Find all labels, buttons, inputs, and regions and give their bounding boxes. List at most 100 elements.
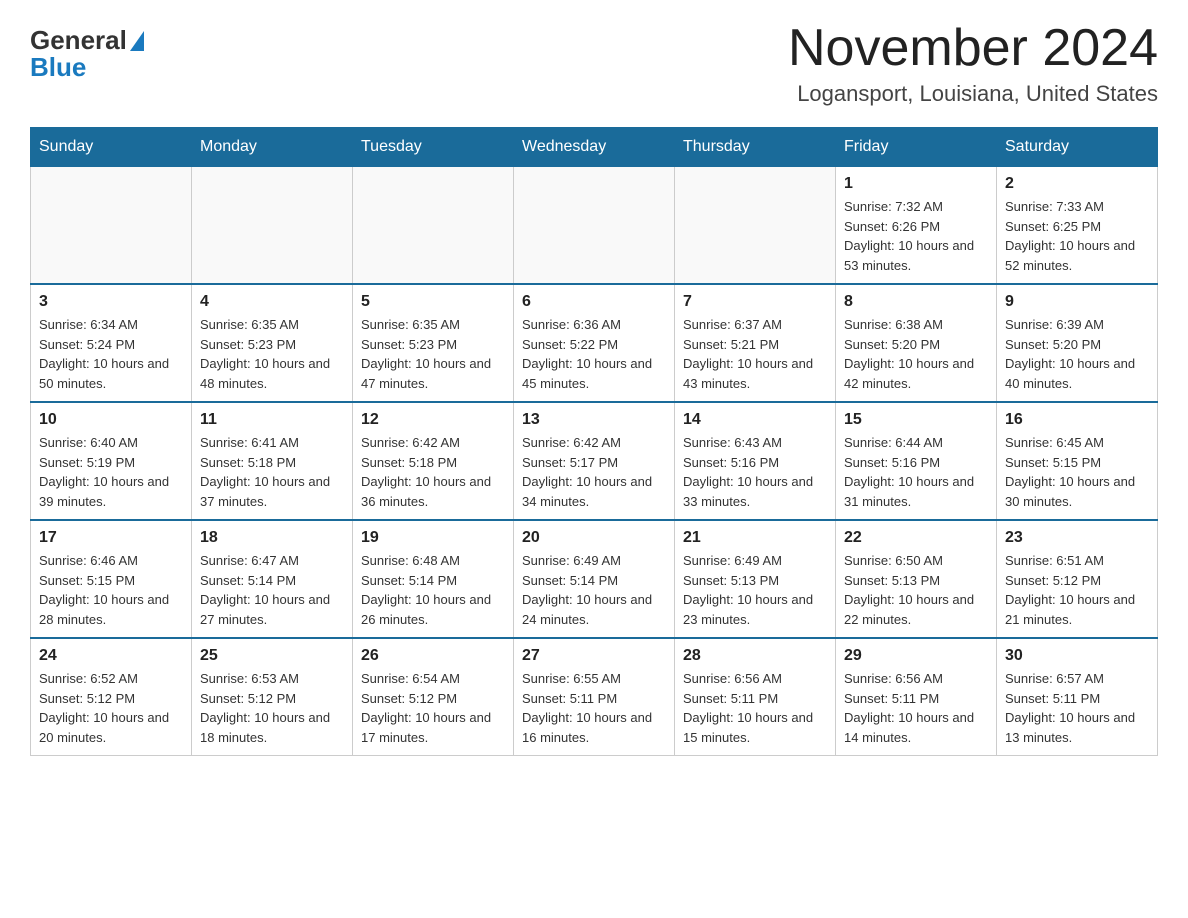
calendar-table: SundayMondayTuesdayWednesdayThursdayFrid… — [30, 127, 1158, 756]
day-info: Sunrise: 6:51 AM Sunset: 5:12 PM Dayligh… — [1005, 551, 1149, 629]
calendar-cell: 17 Sunrise: 6:46 AM Sunset: 5:15 PM Dayli… — [31, 520, 192, 638]
calendar-cell: 1 Sunrise: 7:32 AM Sunset: 6:26 PM Daylig… — [836, 167, 997, 285]
day-number: 28 — [683, 647, 827, 665]
day-number: 16 — [1005, 411, 1149, 429]
day-number: 27 — [522, 647, 666, 665]
calendar-cell: 11 Sunrise: 6:41 AM Sunset: 5:18 PM Dayli… — [192, 402, 353, 520]
day-info: Sunrise: 6:43 AM Sunset: 5:16 PM Dayligh… — [683, 433, 827, 511]
day-number: 18 — [200, 529, 344, 547]
day-number: 8 — [844, 293, 988, 311]
day-number: 3 — [39, 293, 183, 311]
calendar-cell: 25 Sunrise: 6:53 AM Sunset: 5:12 PM Dayli… — [192, 638, 353, 756]
calendar-cell: 24Sunrise: 6:52 AM Sunset: 5:12 PM Dayli… — [31, 638, 192, 756]
day-number: 20 — [522, 529, 666, 547]
calendar-week-row: 10Sunrise: 6:40 AM Sunset: 5:19 PM Dayli… — [31, 402, 1158, 520]
location-title: Logansport, Louisiana, United States — [788, 81, 1158, 107]
calendar-cell — [192, 167, 353, 285]
calendar-cell: 9 Sunrise: 6:39 AM Sunset: 5:20 PM Daylig… — [997, 284, 1158, 402]
day-info: Sunrise: 6:44 AM Sunset: 5:16 PM Dayligh… — [844, 433, 988, 511]
calendar-cell: 14 Sunrise: 6:43 AM Sunset: 5:16 PM Dayli… — [675, 402, 836, 520]
title-area: November 2024 Logansport, Louisiana, Uni… — [788, 20, 1158, 107]
day-number: 19 — [361, 529, 505, 547]
calendar-header-monday: Monday — [192, 128, 353, 167]
calendar-cell: 6 Sunrise: 6:36 AM Sunset: 5:22 PM Daylig… — [514, 284, 675, 402]
day-info: Sunrise: 6:39 AM Sunset: 5:20 PM Dayligh… — [1005, 315, 1149, 393]
day-number: 30 — [1005, 647, 1149, 665]
day-info: Sunrise: 6:34 AM Sunset: 5:24 PM Dayligh… — [39, 315, 183, 393]
day-info: Sunrise: 6:47 AM Sunset: 5:14 PM Dayligh… — [200, 551, 344, 629]
calendar-cell: 22Sunrise: 6:50 AM Sunset: 5:13 PM Dayli… — [836, 520, 997, 638]
day-number: 24 — [39, 647, 183, 665]
calendar-cell: 2 Sunrise: 7:33 AM Sunset: 6:25 PM Daylig… — [997, 167, 1158, 285]
day-number: 2 — [1005, 175, 1149, 193]
calendar-cell: 7 Sunrise: 6:37 AM Sunset: 5:21 PM Daylig… — [675, 284, 836, 402]
day-number: 14 — [683, 411, 827, 429]
day-number: 25 — [200, 647, 344, 665]
day-number: 6 — [522, 293, 666, 311]
day-number: 1 — [844, 175, 988, 193]
day-info: Sunrise: 6:37 AM Sunset: 5:21 PM Dayligh… — [683, 315, 827, 393]
day-info: Sunrise: 6:42 AM Sunset: 5:18 PM Dayligh… — [361, 433, 505, 511]
calendar-week-row: 17 Sunrise: 6:46 AM Sunset: 5:15 PM Dayli… — [31, 520, 1158, 638]
calendar-header-sunday: Sunday — [31, 128, 192, 167]
day-info: Sunrise: 6:56 AM Sunset: 5:11 PM Dayligh… — [683, 669, 827, 747]
day-number: 13 — [522, 411, 666, 429]
calendar-cell: 26Sunrise: 6:54 AM Sunset: 5:12 PM Dayli… — [353, 638, 514, 756]
calendar-cell: 10Sunrise: 6:40 AM Sunset: 5:19 PM Dayli… — [31, 402, 192, 520]
day-info: Sunrise: 6:38 AM Sunset: 5:20 PM Dayligh… — [844, 315, 988, 393]
calendar-cell: 23 Sunrise: 6:51 AM Sunset: 5:12 PM Dayli… — [997, 520, 1158, 638]
calendar-header-tuesday: Tuesday — [353, 128, 514, 167]
calendar-cell: 3 Sunrise: 6:34 AM Sunset: 5:24 PM Daylig… — [31, 284, 192, 402]
day-info: Sunrise: 6:56 AM Sunset: 5:11 PM Dayligh… — [844, 669, 988, 747]
day-info: Sunrise: 6:57 AM Sunset: 5:11 PM Dayligh… — [1005, 669, 1149, 747]
day-info: Sunrise: 6:46 AM Sunset: 5:15 PM Dayligh… — [39, 551, 183, 629]
calendar-cell: 20 Sunrise: 6:49 AM Sunset: 5:14 PM Dayli… — [514, 520, 675, 638]
day-info: Sunrise: 6:49 AM Sunset: 5:14 PM Dayligh… — [522, 551, 666, 629]
calendar-cell: 29 Sunrise: 6:56 AM Sunset: 5:11 PM Dayli… — [836, 638, 997, 756]
day-info: Sunrise: 7:32 AM Sunset: 6:26 PM Dayligh… — [844, 197, 988, 275]
calendar-cell — [353, 167, 514, 285]
day-number: 17 — [39, 529, 183, 547]
calendar-cell — [31, 167, 192, 285]
logo-blue-text: Blue — [30, 52, 86, 83]
calendar-cell: 8 Sunrise: 6:38 AM Sunset: 5:20 PM Daylig… — [836, 284, 997, 402]
calendar-header-row: SundayMondayTuesdayWednesdayThursdayFrid… — [31, 128, 1158, 167]
calendar-cell — [514, 167, 675, 285]
day-number: 7 — [683, 293, 827, 311]
day-info: Sunrise: 6:40 AM Sunset: 5:19 PM Dayligh… — [39, 433, 183, 511]
day-info: Sunrise: 7:33 AM Sunset: 6:25 PM Dayligh… — [1005, 197, 1149, 275]
day-number: 21 — [683, 529, 827, 547]
calendar-cell: 30 Sunrise: 6:57 AM Sunset: 5:11 PM Dayli… — [997, 638, 1158, 756]
day-info: Sunrise: 6:41 AM Sunset: 5:18 PM Dayligh… — [200, 433, 344, 511]
calendar-cell: 15 Sunrise: 6:44 AM Sunset: 5:16 PM Dayli… — [836, 402, 997, 520]
calendar-header-friday: Friday — [836, 128, 997, 167]
day-number: 12 — [361, 411, 505, 429]
day-number: 9 — [1005, 293, 1149, 311]
day-info: Sunrise: 6:48 AM Sunset: 5:14 PM Dayligh… — [361, 551, 505, 629]
day-info: Sunrise: 6:55 AM Sunset: 5:11 PM Dayligh… — [522, 669, 666, 747]
day-number: 4 — [200, 293, 344, 311]
calendar-header-saturday: Saturday — [997, 128, 1158, 167]
calendar-week-row: 3 Sunrise: 6:34 AM Sunset: 5:24 PM Daylig… — [31, 284, 1158, 402]
calendar-week-row: 1 Sunrise: 7:32 AM Sunset: 6:26 PM Daylig… — [31, 167, 1158, 285]
calendar-cell: 4Sunrise: 6:35 AM Sunset: 5:23 PM Daylig… — [192, 284, 353, 402]
calendar-cell: 5 Sunrise: 6:35 AM Sunset: 5:23 PM Daylig… — [353, 284, 514, 402]
day-number: 29 — [844, 647, 988, 665]
day-number: 5 — [361, 293, 505, 311]
day-number: 23 — [1005, 529, 1149, 547]
day-number: 11 — [200, 411, 344, 429]
day-info: Sunrise: 6:45 AM Sunset: 5:15 PM Dayligh… — [1005, 433, 1149, 511]
calendar-week-row: 24Sunrise: 6:52 AM Sunset: 5:12 PM Dayli… — [31, 638, 1158, 756]
calendar-header-thursday: Thursday — [675, 128, 836, 167]
day-info: Sunrise: 6:36 AM Sunset: 5:22 PM Dayligh… — [522, 315, 666, 393]
day-number: 26 — [361, 647, 505, 665]
calendar-cell: 28 Sunrise: 6:56 AM Sunset: 5:11 PM Dayli… — [675, 638, 836, 756]
day-info: Sunrise: 6:49 AM Sunset: 5:13 PM Dayligh… — [683, 551, 827, 629]
day-number: 15 — [844, 411, 988, 429]
calendar-cell — [675, 167, 836, 285]
day-info: Sunrise: 6:53 AM Sunset: 5:12 PM Dayligh… — [200, 669, 344, 747]
day-info: Sunrise: 6:35 AM Sunset: 5:23 PM Dayligh… — [361, 315, 505, 393]
calendar-cell: 16 Sunrise: 6:45 AM Sunset: 5:15 PM Dayli… — [997, 402, 1158, 520]
logo-triangle-icon — [130, 31, 144, 51]
page-header: General Blue November 2024 Logansport, L… — [30, 20, 1158, 107]
